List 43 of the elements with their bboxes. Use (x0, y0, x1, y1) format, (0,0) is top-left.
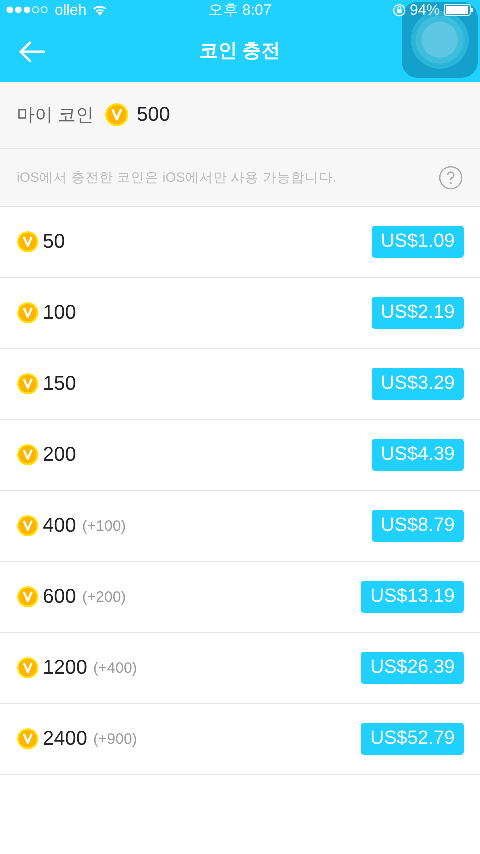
bonus-amount: (+100) (82, 518, 126, 534)
price-button[interactable]: US$4.39 (372, 439, 464, 471)
battery-icon (444, 4, 474, 16)
price-button[interactable]: US$26.39 (361, 652, 464, 684)
coin-amount: 2400 (43, 728, 88, 750)
signal-icon (6, 6, 50, 14)
coin-balance: 500 (137, 104, 170, 126)
price-button[interactable]: US$3.29 (372, 368, 464, 400)
coin-icon (17, 373, 39, 395)
price-button[interactable]: US$1.09 (372, 226, 464, 258)
coin-amount: 100 (43, 302, 76, 324)
carrier-name: olleh (55, 2, 87, 18)
coin-icon (17, 657, 39, 679)
status-time: 오후 8:07 (208, 2, 272, 18)
bonus-amount: (+400) (94, 660, 138, 676)
coin-icon (17, 444, 39, 466)
bonus-amount: (+200) (82, 588, 126, 606)
coin-icon (17, 586, 39, 608)
coin-amount: 50 (43, 230, 66, 254)
coin-amount: 600 (43, 586, 76, 608)
coin-amount: 1200 (43, 656, 88, 680)
help-icon[interactable] (439, 166, 463, 190)
rotation-lock-icon (392, 4, 406, 16)
price-button[interactable]: US$2.19 (372, 297, 464, 329)
coin-icon (17, 728, 39, 750)
coin-amount: 200 (43, 444, 76, 466)
coin-icon (17, 515, 39, 537)
wifi-icon (92, 4, 108, 16)
price-button[interactable]: US$52.79 (361, 723, 464, 755)
coin-icon (17, 231, 39, 253)
price-button[interactable]: US$13.19 (361, 581, 464, 613)
my-coin-label: 마이 코인 (17, 104, 94, 127)
bonus-amount: (+900) (94, 730, 138, 748)
back-button[interactable] (18, 40, 46, 64)
coin-amount: 150 (43, 372, 76, 396)
notice-text: iOS에서 충전한 코인은 iOS에서만 사용 가능합니다. (17, 168, 338, 186)
battery-percent: 94% (410, 2, 440, 18)
price-button[interactable]: US$8.79 (372, 510, 464, 542)
assistive-touch-button[interactable] (402, 2, 478, 78)
coin-icon (17, 302, 39, 324)
page-title: 코인 충전 (199, 41, 281, 62)
coin-icon (105, 103, 130, 127)
coin-amount: 400 (43, 514, 76, 538)
